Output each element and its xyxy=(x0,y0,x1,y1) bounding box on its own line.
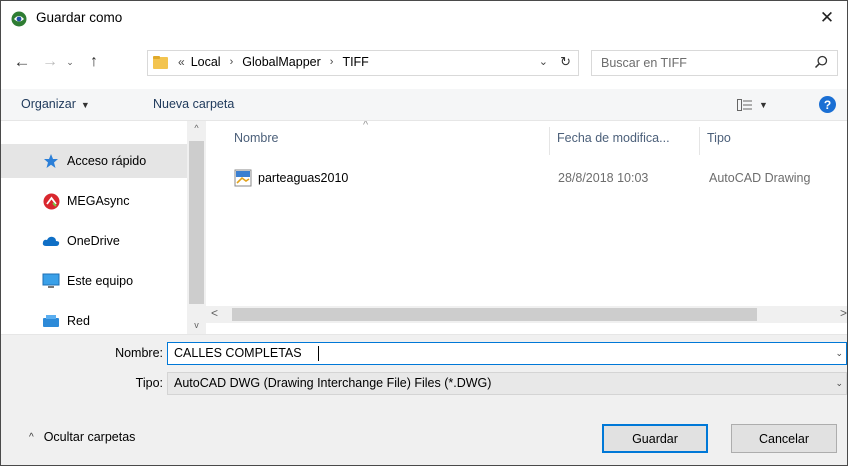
scroll-left-icon[interactable]: < xyxy=(211,306,218,320)
filename-field[interactable]: CALLES COMPLETAS ⌄ xyxy=(167,342,847,365)
folder-icon xyxy=(153,56,168,69)
filetype-value: AutoCAD DWG (Drawing Interchange File) F… xyxy=(174,376,492,390)
cloud-icon xyxy=(42,232,60,250)
sidebar-item-quick-access[interactable]: Acceso rápido xyxy=(1,144,187,178)
scrollbar-thumb[interactable] xyxy=(189,141,204,304)
file-date: 28/8/2018 10:03 xyxy=(558,171,649,185)
command-bar: Organizar ▼ Nueva carpeta ▼ ? xyxy=(1,89,847,121)
cancel-button[interactable]: Cancelar xyxy=(731,424,837,453)
sidebar-item-label: Este equipo xyxy=(67,274,134,288)
arrow-up-icon: ↑ xyxy=(90,53,98,70)
recent-locations-button[interactable]: ⌄ xyxy=(63,51,77,73)
horizontal-scrollbar[interactable]: < > xyxy=(206,306,847,323)
organize-label: Organizar xyxy=(21,97,76,111)
sidebar-item-label: Red xyxy=(67,314,90,328)
scroll-right-icon[interactable]: > xyxy=(840,306,847,320)
filename-label: Nombre: xyxy=(115,346,163,360)
column-header-label: Tipo xyxy=(707,131,731,145)
window-title: Guardar como xyxy=(36,10,123,25)
breadcrumb: « Local › GlobalMapper › TIFF xyxy=(178,55,369,69)
chevron-down-icon: ⌄ xyxy=(66,56,74,67)
new-folder-button[interactable]: Nueva carpeta xyxy=(153,97,234,111)
address-bar[interactable]: « Local › GlobalMapper › TIFF ⌄ ↻ xyxy=(147,50,579,76)
hide-folders-label: Ocultar carpetas xyxy=(43,430,136,444)
sidebar-item-megasync[interactable]: MEGAsync xyxy=(1,184,187,218)
scroll-down-icon[interactable]: v xyxy=(187,320,206,330)
breadcrumb-item-globalmapper[interactable]: GlobalMapper xyxy=(242,55,321,69)
chevron-up-icon: ^ xyxy=(29,431,34,443)
hide-folders-toggle[interactable]: ^ Ocultar carpetas xyxy=(29,430,135,444)
global-mapper-app-icon xyxy=(11,11,27,27)
sidebar-item-label: Acceso rápido xyxy=(67,154,147,168)
save-as-dialog: Guardar como ✕ ← → ⌄ ↑ « Local › GlobalM… xyxy=(0,0,848,466)
navigation-pane: Acceso rápido MEGAsync OneDrive Este equ… xyxy=(1,121,206,334)
address-row: ← → ⌄ ↑ « Local › GlobalMapper › TIFF ⌄ xyxy=(1,45,847,79)
sidebar-item-onedrive[interactable]: OneDrive xyxy=(1,224,187,258)
sidebar-item-network[interactable]: Red xyxy=(1,304,187,334)
nav-pane-scrollbar[interactable]: ^ v xyxy=(187,121,206,334)
search-input[interactable]: Buscar en TIFF xyxy=(591,50,838,76)
back-button[interactable]: ← xyxy=(11,51,33,73)
help-icon[interactable]: ? xyxy=(819,96,836,113)
save-form: Nombre: CALLES COMPLETAS ⌄ Tipo: AutoCAD… xyxy=(1,334,847,465)
forward-button[interactable]: → xyxy=(39,51,61,73)
computer-icon xyxy=(42,272,60,290)
close-icon: ✕ xyxy=(819,8,835,27)
close-button[interactable]: ✕ xyxy=(807,1,847,35)
file-type: AutoCAD Drawing xyxy=(709,171,811,185)
column-header-label: Fecha de modifica... xyxy=(557,131,670,145)
star-icon xyxy=(42,152,60,170)
details-view-icon xyxy=(737,99,752,111)
save-button[interactable]: Guardar xyxy=(602,424,708,453)
breadcrumb-overflow[interactable]: « xyxy=(178,55,185,69)
sidebar-item-this-pc[interactable]: Este equipo xyxy=(1,264,187,298)
file-list-item[interactable]: parteaguas2010 28/8/2018 10:03 AutoCAD D… xyxy=(227,167,847,189)
chevron-down-icon[interactable]: ⌄ xyxy=(835,348,843,359)
breadcrumb-separator-icon[interactable]: › xyxy=(230,56,234,68)
column-header-label: Nombre xyxy=(234,131,279,145)
refresh-icon[interactable]: ↻ xyxy=(560,54,571,70)
file-list: Nombre ^ Fecha de modifica... Tipo parte… xyxy=(206,121,847,334)
arrow-right-icon: → xyxy=(42,53,58,70)
up-folder-button[interactable]: ↑ xyxy=(83,51,105,73)
filetype-label: Tipo: xyxy=(135,376,163,390)
scrollbar-thumb[interactable] xyxy=(232,308,757,321)
column-header-type[interactable]: Tipo xyxy=(707,121,827,155)
arrow-left-icon: ← xyxy=(13,52,31,71)
sidebar-item-label: MEGAsync xyxy=(67,194,130,208)
dwg-file-icon xyxy=(234,169,252,187)
chevron-down-icon: ⌄ xyxy=(835,378,843,388)
change-view-button[interactable]: ▼ xyxy=(737,95,787,115)
search-icon[interactable] xyxy=(814,55,828,69)
address-history-dropdown[interactable]: ⌄ xyxy=(539,55,548,68)
mega-icon xyxy=(42,192,60,210)
file-name: parteaguas2010 xyxy=(258,171,349,185)
column-header-date[interactable]: Fecha de modifica... xyxy=(557,121,697,155)
filetype-select[interactable]: AutoCAD DWG (Drawing Interchange File) F… xyxy=(167,372,847,395)
breadcrumb-item-local[interactable]: Local xyxy=(191,55,221,69)
title-bar: Guardar como ✕ xyxy=(1,1,847,35)
column-divider[interactable] xyxy=(699,127,700,155)
text-cursor xyxy=(318,346,319,361)
caret-down-icon: ▼ xyxy=(759,100,768,110)
column-header-name[interactable]: Nombre xyxy=(234,121,548,155)
caret-down-icon: ▼ xyxy=(80,100,90,110)
organize-button[interactable]: Organizar ▼ xyxy=(21,97,90,111)
sort-ascending-icon: ^ xyxy=(363,121,369,131)
search-placeholder: Buscar en TIFF xyxy=(601,56,687,70)
breadcrumb-item-tiff[interactable]: TIFF xyxy=(342,55,368,69)
breadcrumb-separator-icon[interactable]: › xyxy=(330,56,334,68)
network-icon xyxy=(42,312,60,330)
scroll-up-icon[interactable]: ^ xyxy=(187,123,206,133)
filename-value: CALLES COMPLETAS xyxy=(174,346,302,360)
column-divider[interactable] xyxy=(549,127,550,155)
sidebar-item-label: OneDrive xyxy=(67,234,120,248)
